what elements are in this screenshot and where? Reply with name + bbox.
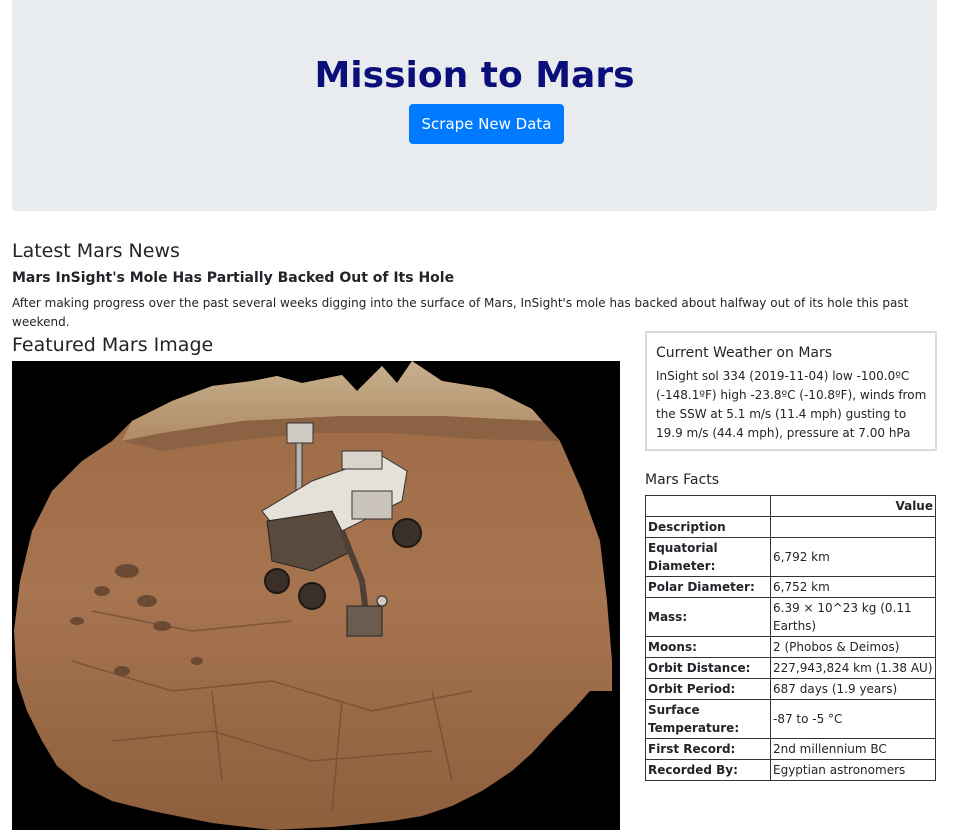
page-title: Mission to Mars — [314, 55, 635, 96]
table-row: Recorded By: Egyptian astronomers — [645, 759, 936, 781]
fact-value: 227,943,824 km (1.38 AU) — [770, 657, 936, 679]
fact-label: Description — [645, 516, 771, 538]
table-row: Orbit Distance: 227,943,824 km (1.38 AU) — [645, 657, 936, 679]
fact-value: 6,792 km — [770, 537, 936, 577]
fact-label: Surface Temperature: — [645, 699, 771, 739]
fact-label: Recorded By: — [645, 759, 771, 781]
table-row: Mass: 6.39 × 10^23 kg (0.11 Earths) — [645, 597, 936, 637]
table-row: Surface Temperature: -87 to -5 °C — [645, 699, 936, 739]
fact-value: 687 days (1.9 years) — [770, 678, 936, 700]
news-title: Mars InSight's Mole Has Partially Backed… — [12, 270, 455, 286]
table-row: First Record: 2nd millennium BC — [645, 738, 936, 760]
fact-label: Orbit Period: — [645, 678, 771, 700]
weather-heading: Current Weather on Mars — [656, 345, 833, 361]
fact-value: 6.39 × 10^23 kg (0.11 Earths) — [770, 597, 936, 637]
table-header-row: Value — [645, 495, 936, 517]
featured-mars-image — [12, 361, 620, 830]
weather-text: InSight sol 334 (2019-11-04) low -100.0º… — [656, 369, 927, 440]
fact-label: Polar Diameter: — [645, 576, 771, 598]
fact-value: 6,752 km — [770, 576, 936, 598]
fact-value: -87 to -5 °C — [770, 699, 936, 739]
jumbotron: Mission to Mars Scrape New Data — [12, 0, 937, 211]
latest-news-heading: Latest Mars News — [12, 240, 180, 262]
fact-label: First Record: — [645, 738, 771, 760]
scrape-new-data-button[interactable]: Scrape New Data — [409, 104, 564, 144]
table-row: Moons: 2 (Phobos & Deimos) — [645, 636, 936, 658]
featured-image-heading: Featured Mars Image — [12, 334, 214, 356]
facts-table-body: Description Equatorial Diameter: 6,792 km P… — [645, 516, 936, 781]
fact-label: Mass: — [645, 597, 771, 637]
header-value-cell: Value — [770, 495, 936, 517]
table-row: Orbit Period: 687 days (1.9 years) — [645, 678, 936, 700]
table-row: Description — [645, 516, 936, 538]
fact-value: 2 (Phobos & Deimos) — [770, 636, 936, 658]
fact-label: Moons: — [645, 636, 771, 658]
mars-facts-table: Value Description Equatorial Diameter: 6,7… — [645, 495, 936, 781]
fact-value — [770, 516, 936, 538]
fact-value: Egyptian astronomers — [770, 759, 936, 781]
rover-selfie-image — [12, 361, 620, 830]
table-row: Polar Diameter: 6,752 km — [645, 576, 936, 598]
news-paragraph: After making progress over the past seve… — [12, 296, 909, 329]
header-blank-cell — [645, 495, 771, 517]
facts-heading: Mars Facts — [645, 472, 719, 488]
weather-card: Current Weather on Mars InSight sol 334 … — [645, 331, 937, 451]
fact-value: 2nd millennium BC — [770, 738, 936, 760]
table-row: Equatorial Diameter: 6,792 km — [645, 537, 936, 577]
fact-label: Equatorial Diameter: — [645, 537, 771, 577]
fact-label: Orbit Distance: — [645, 657, 771, 679]
